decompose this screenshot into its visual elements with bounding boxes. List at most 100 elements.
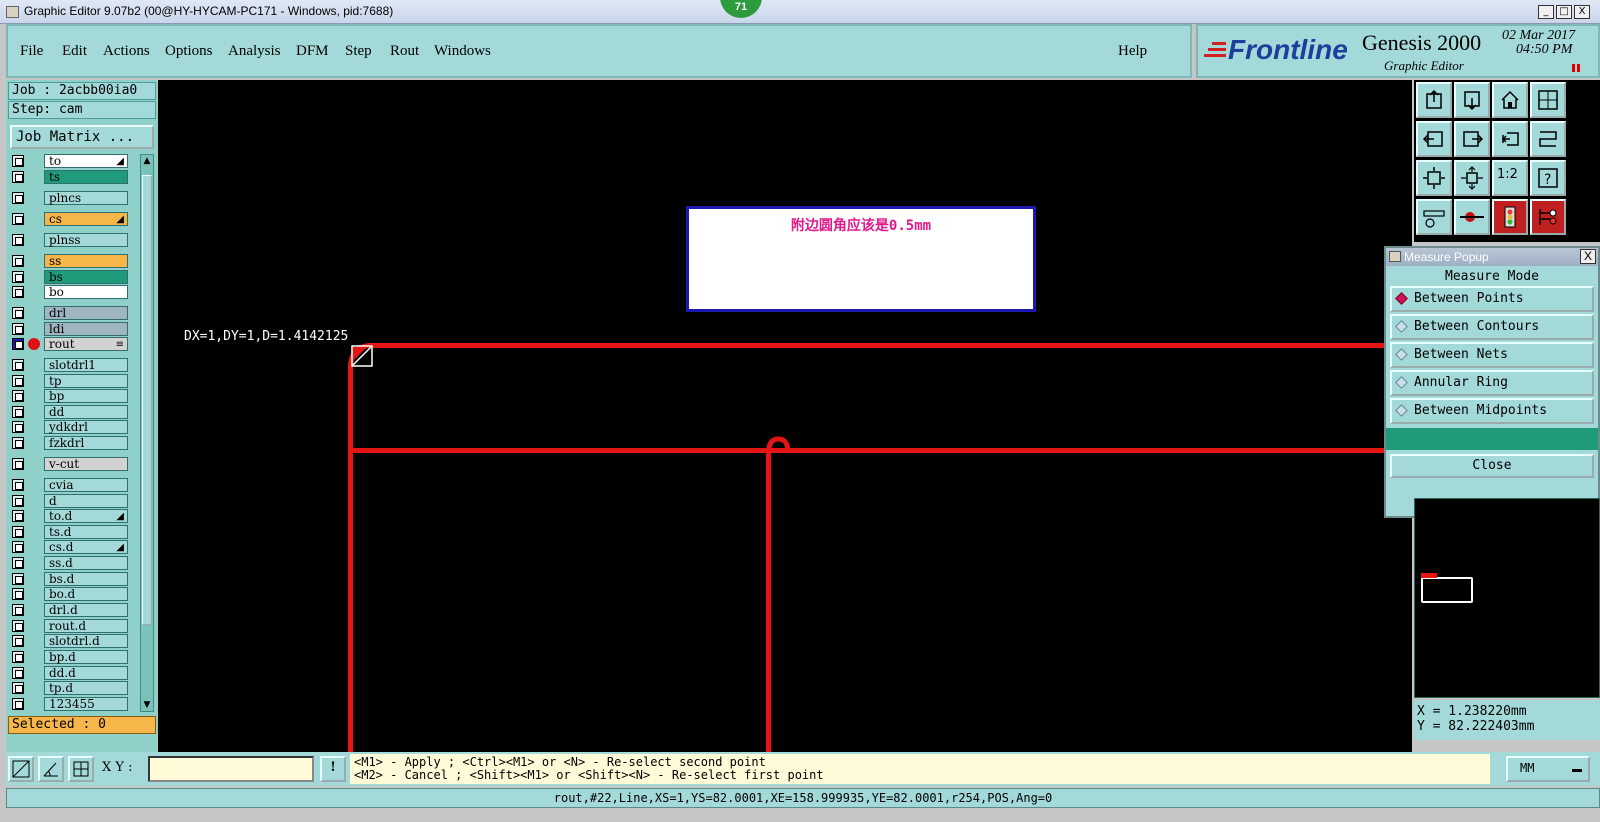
layer-name[interactable]: cs ◢ [44,212,128,226]
layer-checkbox[interactable] [12,213,24,225]
layer-name[interactable]: cvia [44,478,128,492]
layer-checkbox[interactable] [12,359,24,371]
layer-name[interactable]: d [44,494,128,508]
layer-checkbox[interactable] [12,437,24,449]
layer-row-bs[interactable]: bs [10,270,128,284]
layer-signal-button[interactable] [1492,199,1528,235]
layer-name[interactable]: ss [44,254,128,268]
layer-name[interactable]: bo.d [44,587,128,601]
rout-line-inner-vertical[interactable] [766,450,771,752]
overview-minimap[interactable] [1414,498,1600,698]
layer-checkbox[interactable] [12,541,24,553]
measure-tool-button[interactable] [1416,199,1452,235]
layer-name[interactable]: to ◢ [44,154,128,168]
center-view-button[interactable] [1454,160,1490,196]
layer-row-dd[interactable]: dd [10,405,128,419]
option-annular-ring[interactable]: Annular Ring [1390,370,1594,396]
layer-row-ss.d[interactable]: ss.d [10,556,128,570]
rout-line-middle[interactable] [348,448,1412,453]
layer-name[interactable]: slotdrl1 [44,358,128,372]
layer-checkbox[interactable] [12,155,24,167]
layer-row-to.d[interactable]: to.d ◢ [10,509,128,523]
menu-file[interactable]: File [20,43,43,60]
zoom-previous-button[interactable] [1416,82,1452,118]
layer-checkbox[interactable] [12,620,24,632]
zoom-next-button[interactable] [1454,82,1490,118]
menu-step[interactable]: Step [345,43,372,60]
menu-edit[interactable]: Edit [62,43,87,60]
layer-name[interactable]: plnss [44,233,128,247]
layer-checkbox[interactable] [12,234,24,246]
layer-row-ts[interactable]: ts [10,170,128,184]
menu-analysis[interactable]: Analysis [228,43,281,60]
layer-row-ydkdrl[interactable]: ydkdrl [10,420,128,434]
minimize-button[interactable]: _ [1538,5,1554,19]
layer-name[interactable]: 123455 [44,697,128,711]
layer-row-drl.d[interactable]: drl.d [10,603,128,617]
layer-checkbox[interactable] [12,604,24,616]
layer-name[interactable]: bs.d [44,572,128,586]
layer-checkbox[interactable] [12,390,24,402]
layer-name[interactable]: drl [44,306,128,320]
measure-close-button[interactable]: Close [1390,454,1594,478]
layer-row-ldi[interactable]: ldi [10,322,128,336]
layer-name[interactable]: ts [44,170,128,184]
layer-checkbox[interactable] [12,667,24,679]
pan-left-button[interactable] [1416,121,1452,157]
layer-checkbox[interactable] [12,495,24,507]
layer-name[interactable]: tp [44,374,128,388]
layer-row-slotdrl.d[interactable]: slotdrl.d [10,634,128,648]
layer-row-fzkdrl[interactable]: fzkdrl [10,436,128,450]
scale-1-to-2-button[interactable]: 1:2 [1492,160,1528,196]
layer-row-tp.d[interactable]: tp.d [10,681,128,695]
layer-checkbox[interactable] [12,271,24,283]
popup-close-x-button[interactable]: X [1580,249,1596,264]
option-between-midpoints[interactable]: Between Midpoints [1390,398,1594,424]
layer-name[interactable]: ss.d [44,556,128,570]
undo-view-button[interactable] [1492,121,1528,157]
layer-checkbox[interactable] [12,635,24,647]
layer-name[interactable]: drl.d [44,603,128,617]
fit-all-button[interactable] [1416,160,1452,196]
layer-row-bp.d[interactable]: bp.d [10,650,128,664]
menu-options[interactable]: Options [165,43,213,60]
scroll-up-arrow-icon[interactable]: ▲ [142,156,152,166]
option-between-nets[interactable]: Between Nets [1390,342,1594,368]
layer-name[interactable]: bs [44,270,128,284]
layer-name[interactable]: cs.d ◢ [44,540,128,554]
grid-button[interactable] [68,756,94,782]
angle-snap-button[interactable] [38,756,64,782]
zoom-window-button[interactable] [1530,82,1566,118]
layer-row-slotdrl1[interactable]: slotdrl1 [10,358,128,372]
layer-row-dd.d[interactable]: dd.d [10,666,128,680]
netlist-button[interactable] [1530,199,1566,235]
layer-checkbox[interactable] [12,651,24,663]
layer-checkbox[interactable] [12,406,24,418]
layer-checkbox[interactable] [12,557,24,569]
layer-row-ts.d[interactable]: ts.d [10,525,128,539]
layer-row-tp[interactable]: tp [10,374,128,388]
menu-dfm[interactable]: DFM [296,43,329,60]
rout-line-top[interactable] [368,343,1412,348]
layer-name[interactable]: bp [44,389,128,403]
layer-name[interactable]: bo [44,285,128,299]
layer-name[interactable]: to.d ◢ [44,509,128,523]
layer-row-v-cut[interactable]: v-cut [10,457,128,471]
layer-checkbox[interactable] [12,286,24,298]
measure-popup-titlebar[interactable]: Measure Popup X [1386,248,1598,266]
layer-name[interactable]: slotdrl.d [44,634,128,648]
layer-row-plnss[interactable]: plnss [10,233,128,247]
layer-row-rout[interactable]: rout ≡ [10,337,128,351]
layer-checkbox[interactable] [12,338,24,350]
layer-checkbox[interactable] [12,192,24,204]
layer-row-rout.d[interactable]: rout.d [10,619,128,633]
layer-row-bo[interactable]: bo [10,285,128,299]
layer-row-123455[interactable]: 123455 [10,697,128,711]
option-between-contours[interactable]: Between Contours [1390,314,1594,340]
rout-line-left-vertical[interactable] [348,364,353,752]
layer-row-cvia[interactable]: cvia [10,478,128,492]
menu-help[interactable]: Help [1118,43,1147,60]
layer-row-bo.d[interactable]: bo.d [10,587,128,601]
maximize-button[interactable]: □ [1556,5,1572,19]
option-between-points[interactable]: Between Points [1390,286,1594,312]
